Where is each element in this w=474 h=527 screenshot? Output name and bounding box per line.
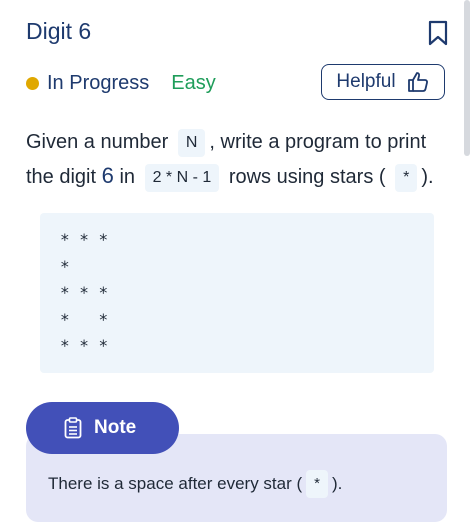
note-text: There is a space after every star ( * ).	[48, 470, 342, 498]
thumbs-up-icon	[407, 72, 428, 92]
digit-highlight: 6	[101, 163, 114, 188]
desc-text-4: rows using stars (	[228, 166, 386, 188]
desc-text-1: Given a number	[26, 131, 169, 153]
helpful-label: Helpful	[336, 71, 396, 92]
note-text-after: ).	[332, 474, 343, 493]
status-dot	[26, 76, 39, 90]
note-text-before: There is a space after every star (	[48, 474, 303, 493]
problem-description: Given a number N, write a program to pri…	[26, 126, 456, 194]
note-title: Note	[94, 417, 137, 438]
status-row: In Progress Easy	[26, 70, 216, 96]
note-code-star: *	[306, 470, 328, 498]
code-star: *	[395, 163, 418, 192]
code-n: N	[177, 128, 206, 157]
page-title: Digit 6	[26, 18, 92, 44]
code-rows: 2 * N - 1	[144, 163, 220, 192]
desc-text-3: in	[119, 166, 136, 188]
helpful-button[interactable]: Helpful	[321, 64, 445, 100]
pattern-output-box: * * * * * * * * * * * *	[40, 213, 434, 373]
scrollbar[interactable]	[464, 0, 470, 156]
note-header: Note	[26, 402, 179, 454]
clipboard-icon	[64, 417, 82, 439]
status-label: In Progress	[47, 71, 150, 94]
difficulty-label: Easy	[171, 71, 216, 94]
star-pattern: * * * * * * * * * * * *	[60, 230, 109, 355]
bookmark-icon[interactable]	[427, 20, 449, 46]
desc-text-5: ).	[421, 166, 434, 188]
